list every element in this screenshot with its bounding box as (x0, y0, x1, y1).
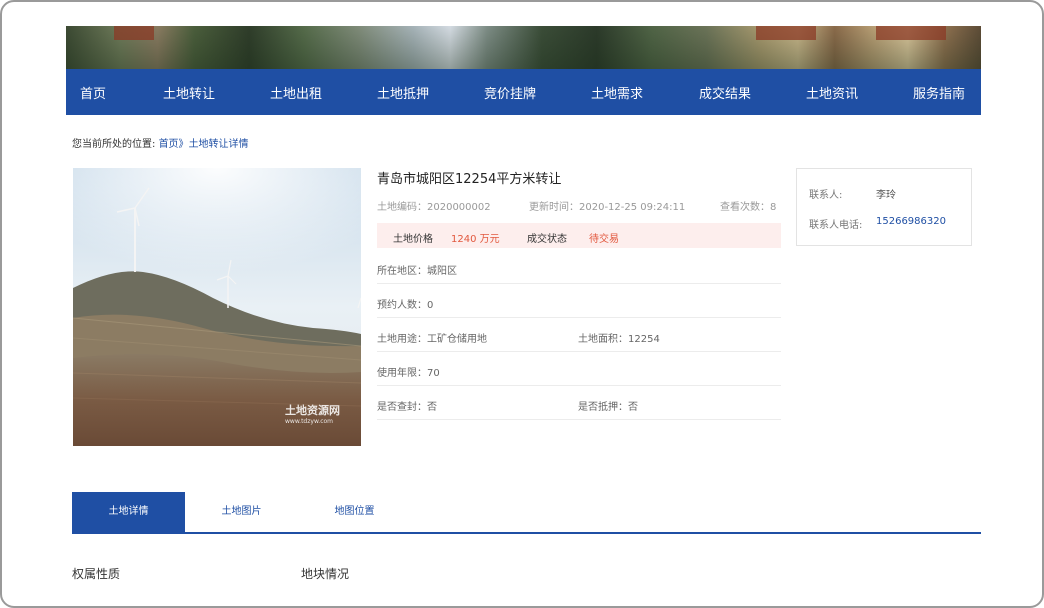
photo-watermark: 土地资源网 www.tdzyw.com (285, 402, 340, 425)
mortgaged-text: 是否抵押：否 (578, 402, 638, 413)
region-text: 所在地区：城阳区 (377, 266, 457, 277)
price-status-bar: 土地价格 1240 万元 成交状态 待交易 (377, 223, 781, 248)
status-value: 待交易 (589, 234, 619, 245)
tab-map-location[interactable]: 地图位置 (298, 492, 411, 532)
contact-phone-value[interactable]: 15266986320 (876, 216, 946, 227)
price-value: 1240 万元 (451, 234, 500, 245)
header-banner-image (66, 26, 981, 69)
info-row-reservations: 预约人数：0 (377, 283, 781, 318)
main-nav: 首页 土地转让 土地出租 土地抵押 竞价挂牌 土地需求 成交结果 土地资讯 服务… (66, 69, 981, 115)
nav-item-service-guide[interactable]: 服务指南 (913, 83, 965, 102)
breadcrumb-prefix: 您当前所处的位置: (72, 139, 156, 150)
info-row-sealed-mortgaged: 是否查封：否 是否抵押：否 (377, 385, 781, 420)
photo-watermark-sub: www.tdzyw.com (285, 418, 334, 425)
view-count: 查看次数：8 (720, 202, 777, 213)
breadcrumb: 您当前所处的位置: 首页》土地转让详情 (72, 135, 249, 150)
section-ownership: 权属性质 (72, 567, 121, 581)
reservations-text: 预约人数：0 (377, 300, 434, 311)
contact-person-label: 联系人: (809, 190, 843, 201)
breadcrumb-home-link[interactable]: 首页》 (159, 139, 189, 150)
browser-frame: 首页 土地转让 土地出租 土地抵押 竞价挂牌 土地需求 成交结果 土地资讯 服务… (0, 0, 1044, 608)
usage-text: 土地用途：工矿仓储用地 (377, 334, 487, 345)
listing-title: 青岛市城阳区12254平方米转让 (377, 172, 562, 187)
land-code: 土地编码：2020000002 (377, 202, 491, 213)
breadcrumb-current-link[interactable]: 土地转让详情 (189, 139, 249, 150)
tab-land-images[interactable]: 土地图片 (185, 492, 298, 532)
nav-item-deal-results[interactable]: 成交结果 (699, 83, 751, 102)
land-photo: 土地资源网 www.tdzyw.com (73, 168, 361, 446)
nav-item-home[interactable]: 首页 (80, 83, 106, 102)
section-plot: 地块情况 (301, 567, 350, 581)
nav-item-land-mortgage[interactable]: 土地抵押 (377, 83, 429, 102)
update-time: 更新时间：2020-12-25 09:24:11 (529, 202, 686, 213)
contact-box: 联系人: 李玲 联系人电话: 15266986320 (796, 168, 972, 246)
info-row-region: 所在地区：城阳区 (377, 249, 781, 284)
photo-watermark-main: 土地资源网 (285, 404, 340, 417)
nav-item-land-news[interactable]: 土地资讯 (806, 83, 858, 102)
contact-phone-label: 联系人电话: (809, 220, 863, 231)
area-text: 土地面积：12254 (578, 334, 660, 345)
status-label: 成交状态 (527, 234, 567, 245)
info-row-term: 使用年限：70 (377, 351, 781, 386)
nav-item-land-demand[interactable]: 土地需求 (591, 83, 643, 102)
price-label: 土地价格 (393, 234, 433, 245)
nav-item-bidding[interactable]: 竞价挂牌 (484, 83, 536, 102)
detail-tabs: 土地详情 土地图片 地图位置 (72, 492, 981, 534)
info-row-usage-area: 土地用途：工矿仓储用地 土地面积：12254 (377, 317, 781, 352)
sealed-text: 是否查封：否 (377, 402, 437, 413)
term-text: 使用年限：70 (377, 368, 440, 379)
nav-item-land-lease[interactable]: 土地出租 (270, 83, 322, 102)
nav-item-land-transfer[interactable]: 土地转让 (163, 83, 215, 102)
contact-person-value: 李玲 (876, 190, 896, 201)
tab-land-details[interactable]: 土地详情 (72, 492, 185, 532)
